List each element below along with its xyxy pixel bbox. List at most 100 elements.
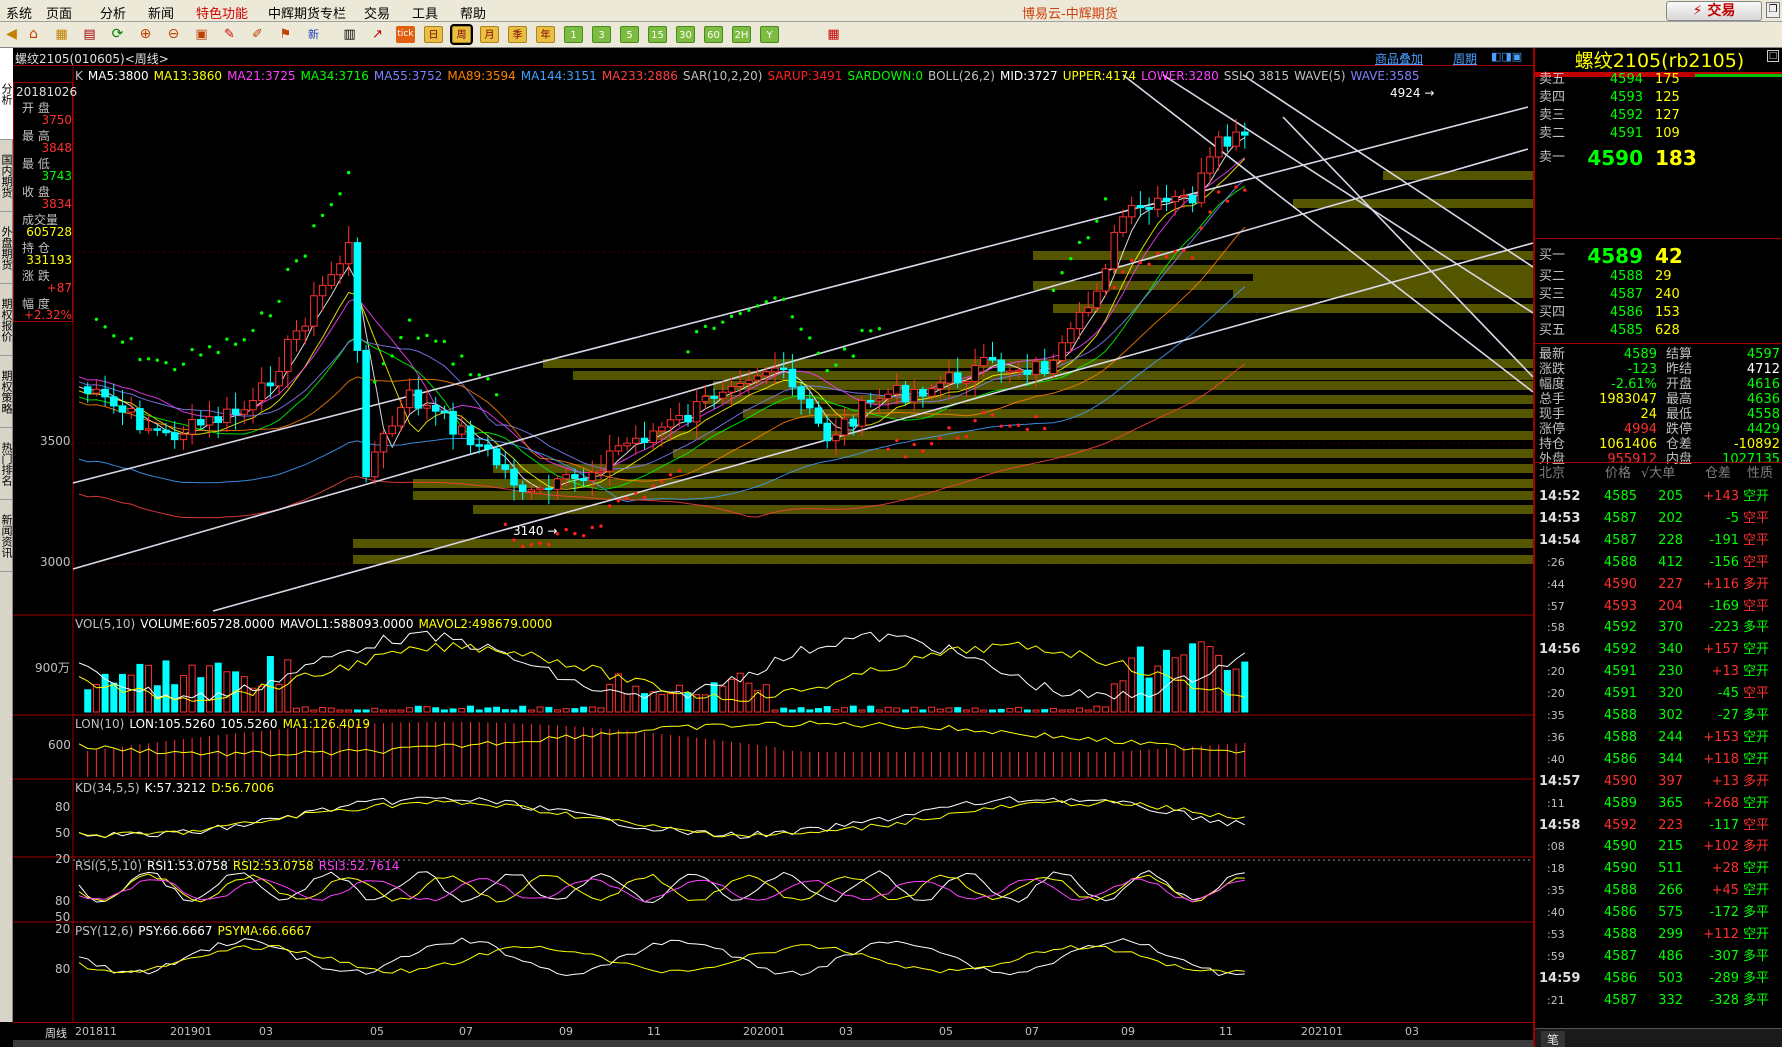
tick-row[interactable]: 14:59 4586 503 -289 多平 (1535, 968, 1782, 990)
candle[interactable] (623, 437, 631, 451)
refresh-icon[interactable]: ⟳ (108, 26, 127, 43)
candle[interactable] (240, 400, 249, 425)
tick-row[interactable]: :20 4591 320 -45 空平 (1535, 683, 1782, 705)
period-week[interactable]: 周 (450, 24, 473, 45)
tab-foreign-futures[interactable]: 外盘期货 (0, 212, 13, 284)
zoom-out-icon[interactable]: ⊖ (164, 26, 183, 43)
tick-row[interactable]: 14:58 4592 223 -117 空平 (1535, 815, 1782, 837)
candle[interactable] (1214, 130, 1223, 171)
candle[interactable] (1058, 335, 1066, 365)
tick-row[interactable]: :11 4589 365 +268 空开 (1535, 793, 1782, 815)
panel-layout-icon[interactable]: ◧◨▣ (1491, 50, 1522, 63)
bid-level-3[interactable]: 买三 4587 240 (1535, 285, 1782, 305)
news-icon[interactable]: ▤ (80, 26, 99, 43)
tick-row[interactable]: :57 4593 204 -169 空平 (1535, 596, 1782, 618)
candle[interactable] (1206, 147, 1214, 182)
tick-row[interactable]: :40 4586 344 +118 空开 (1535, 749, 1782, 771)
tab-news-info[interactable]: 新闻资讯 (0, 500, 13, 572)
tab-domestic-futures[interactable]: 国内期货 (0, 140, 13, 212)
menu-special[interactable]: 特色功能 (196, 3, 248, 22)
period-quarter[interactable]: 季 (508, 26, 527, 43)
candle[interactable] (371, 441, 379, 485)
candle[interactable] (649, 423, 658, 451)
candle[interactable] (284, 335, 292, 389)
period-3min[interactable]: 3 (592, 26, 611, 43)
candle[interactable] (632, 425, 640, 455)
line-chart-icon[interactable]: ↗ (368, 26, 387, 43)
draw-icon[interactable]: ✎ (220, 26, 239, 43)
candle[interactable] (614, 436, 623, 456)
ask-level-3[interactable]: 卖三 4592 127 (1535, 106, 1782, 126)
tick-row[interactable]: :53 4588 299 +112 空开 (1535, 924, 1782, 946)
tick-row[interactable]: :26 4588 412 -156 空平 (1535, 552, 1782, 574)
candle[interactable] (301, 317, 309, 345)
tick-row[interactable]: 14:53 4587 202 -5 空平 (1535, 508, 1782, 530)
candle[interactable] (1162, 184, 1171, 212)
period-60min[interactable]: 60 (704, 26, 723, 43)
candle[interactable] (1040, 348, 1049, 377)
tab-option-strategy[interactable]: 期权策略 (0, 356, 13, 428)
tab-option-quotes[interactable]: 期权报价 (0, 284, 13, 356)
period-15min[interactable]: 15 (648, 26, 667, 43)
menu-page[interactable]: 页面 (46, 3, 72, 22)
candle[interactable] (379, 430, 388, 469)
menu-analysis[interactable]: 分析 (100, 3, 126, 22)
bid-level-1[interactable]: 买一 4589 42 (1535, 242, 1782, 270)
window-icon[interactable]: ▣ (192, 26, 211, 43)
candle[interactable] (814, 401, 823, 427)
menu-tools[interactable]: 工具 (412, 3, 438, 22)
candle[interactable] (988, 341, 997, 364)
candle[interactable] (1119, 209, 1127, 237)
zoom-in-icon[interactable]: ⊕ (136, 26, 155, 43)
candle[interactable] (771, 352, 779, 386)
tick-row[interactable]: 14:56 4592 340 +157 空开 (1535, 639, 1782, 661)
ask-level-1[interactable]: 卖一 4590 183 (1535, 144, 1782, 172)
tick-row[interactable]: :08 4590 215 +102 多开 (1535, 836, 1782, 858)
candle[interactable] (1110, 224, 1119, 274)
period-year[interactable]: 年 (536, 26, 555, 43)
table-icon[interactable]: ▥ (340, 26, 359, 43)
tick-row[interactable]: 14:57 4590 397 +13 多开 (1535, 771, 1782, 793)
candle[interactable] (197, 410, 205, 430)
tick-row[interactable]: :36 4588 244 +153 空开 (1535, 727, 1782, 749)
candle[interactable] (118, 389, 127, 426)
tab-hot-ranking[interactable]: 热门排名 (0, 428, 13, 500)
period-custom[interactable]: Y (760, 26, 779, 43)
candle[interactable] (1023, 353, 1032, 386)
back-icon[interactable]: ◀ (2, 26, 21, 43)
panel-toggle-icon[interactable]: □ (1767, 50, 1779, 62)
period-day[interactable]: 日 (424, 26, 443, 43)
tick-row[interactable]: :21 4587 332 -328 多平 (1535, 990, 1782, 1012)
candle[interactable] (1154, 185, 1162, 218)
candle[interactable] (344, 225, 353, 276)
kline-chart[interactable] (13, 67, 1533, 1022)
indicator-icon[interactable]: ⚑ (276, 26, 295, 43)
tab-analysis[interactable]: 分析 (0, 48, 13, 140)
candle[interactable] (1127, 196, 1136, 225)
tick-row[interactable]: :18 4590 511 +28 空开 (1535, 858, 1782, 880)
period-2h[interactable]: 2H (732, 26, 751, 43)
candle[interactable] (353, 237, 362, 363)
candle[interactable] (1136, 191, 1145, 218)
candle[interactable] (170, 421, 179, 449)
period-month[interactable]: 月 (480, 26, 499, 43)
bid-level-4[interactable]: 买四 4586 153 (1535, 303, 1782, 323)
window-restore-icon[interactable]: ❐ (1766, 2, 1780, 18)
candle[interactable] (292, 320, 301, 352)
candle[interactable] (492, 445, 501, 469)
overlay-link[interactable]: 商品叠加 (1375, 50, 1423, 67)
bid-level-5[interactable]: 买五 4585 628 (1535, 321, 1782, 341)
menu-trade[interactable]: 交易 (364, 3, 390, 22)
candle[interactable] (231, 392, 240, 430)
tick-tab[interactable]: 笔 (1541, 1031, 1566, 1047)
horizontal-scrollbar[interactable] (13, 1040, 1533, 1047)
eraser-icon[interactable]: ✐ (248, 26, 267, 43)
calendar-icon[interactable]: ▦ (824, 26, 843, 43)
candle[interactable] (1223, 124, 1232, 152)
ask-level-5[interactable]: 卖五 4594 175 (1535, 70, 1782, 90)
new-icon[interactable]: 新 (304, 26, 323, 43)
tick-row[interactable]: :58 4592 370 -223 多平 (1535, 617, 1782, 639)
candle[interactable] (466, 420, 475, 455)
tick-icon[interactable]: tick (396, 26, 415, 43)
stock-icon[interactable]: ▦ (52, 26, 71, 43)
